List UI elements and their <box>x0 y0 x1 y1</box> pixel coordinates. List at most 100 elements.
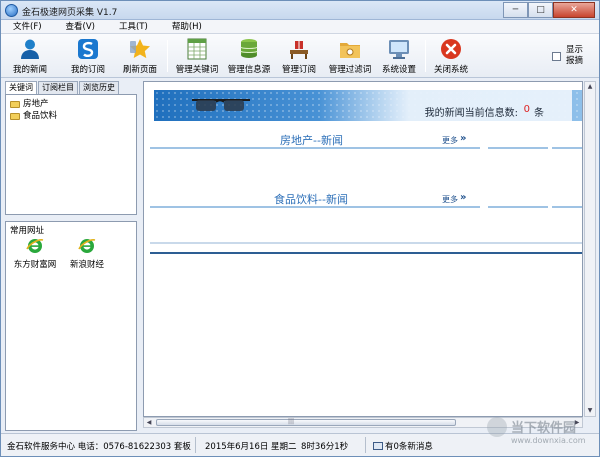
my-news-button[interactable]: 我的新闻 <box>7 36 53 76</box>
app-icon <box>5 4 18 17</box>
news-banner: 我的新闻当前信息数: 0 条 <box>154 90 582 121</box>
content-bottom-rule <box>150 252 582 254</box>
tab-subscription-columns[interactable]: 订阅栏目 <box>38 81 78 94</box>
status-company: 金石软件服务中心 电话：0576-81622303 套板 <box>7 442 191 452</box>
desk-icon <box>290 41 308 59</box>
status-separator <box>195 437 196 453</box>
link-sina-finance[interactable]: 新浪财经 <box>62 235 112 271</box>
more-arrows-icon[interactable]: » <box>460 133 466 144</box>
refresh-page-button[interactable]: 刷新页面 <box>117 36 163 76</box>
toolbar: 我的新闻 我的订阅 刷新页面 管理关键词 管理信息源 管理订阅 管理过滤词 系统… <box>1 34 599 78</box>
window-title: 金石极速网页采集 V1.7 <box>22 8 118 18</box>
monitor-icon <box>389 40 409 59</box>
database-icon <box>240 39 258 58</box>
my-subscriptions-label: 我的订阅 <box>70 65 105 75</box>
menu-file[interactable]: 文件(F) <box>1 20 54 33</box>
link-sina-finance-label: 新浪财经 <box>69 260 104 270</box>
section-rule <box>488 147 548 149</box>
maximize-button[interactable]: □ <box>528 2 553 18</box>
star-refresh-icon <box>130 39 150 59</box>
menu-help[interactable]: 帮助(H) <box>160 20 214 33</box>
folder-icon <box>10 113 20 120</box>
system-settings-label: 系统设置 <box>381 65 416 75</box>
link-eastmoney-label: 东方财富网 <box>13 260 57 270</box>
system-settings-button[interactable]: 系统设置 <box>377 36 421 76</box>
more-link[interactable]: 更多 <box>442 135 458 146</box>
section-food-beverage: 食品饮料--新闻 更多 » <box>150 191 582 208</box>
section-rule <box>552 206 582 208</box>
scroll-left-arrow[interactable]: ◀ <box>144 418 154 427</box>
tab-browse-history[interactable]: 浏览历史 <box>79 81 119 94</box>
ie-icon <box>78 239 96 253</box>
minimize-button[interactable]: ─ <box>503 2 528 18</box>
glasses-icon <box>192 99 250 111</box>
status-separator <box>365 437 366 453</box>
manage-keywords-button[interactable]: 管理关键词 <box>171 36 223 76</box>
my-news-label: 我的新闻 <box>12 65 47 75</box>
app-window: 金石极速网页采集 V1.7 ─ □ ✕ 文件(F) 查看(V) 工具(T) 帮助… <box>0 0 600 457</box>
tree-item-label: 房地产 <box>23 99 49 109</box>
menu-bar: 文件(F) 查看(V) 工具(T) 帮助(H) <box>1 20 599 34</box>
more-link[interactable]: 更多 <box>442 194 458 205</box>
link-eastmoney[interactable]: 东方财富网 <box>10 235 60 271</box>
status-messages[interactable]: 有0条新消息 <box>373 440 433 452</box>
status-messages-label: 有0条新消息 <box>385 442 433 452</box>
keyword-tree: 房地产 食品饮料 <box>5 94 137 215</box>
menu-view[interactable]: 查看(V) <box>54 20 107 33</box>
watermark-logo-icon <box>487 417 507 437</box>
section-title[interactable]: 食品饮料--新闻 <box>274 191 348 207</box>
manage-keywords-label: 管理关键词 <box>175 65 219 75</box>
watermark: 当下软件园 www.downxia.com <box>487 413 597 453</box>
section-real-estate: 房地产--新闻 更多 » <box>150 132 582 149</box>
section-rule <box>150 147 480 149</box>
user-icon <box>21 39 39 59</box>
show-summary-toggle[interactable]: 显示 报摘 <box>549 43 593 71</box>
close-system-button[interactable]: 关闭系统 <box>429 36 473 76</box>
toolbar-separator <box>167 40 168 72</box>
folder-filter-icon <box>340 43 360 58</box>
news-count-label: 我的新闻当前信息数: <box>424 108 518 119</box>
news-count-unit: 条 <box>534 108 544 119</box>
show-summary-checkbox[interactable] <box>552 52 561 61</box>
manage-subscriptions-button[interactable]: 管理订阅 <box>277 36 321 76</box>
tree-item[interactable]: 房地产 <box>10 99 49 110</box>
title-bar[interactable]: 金石极速网页采集 V1.7 ─ □ ✕ <box>1 1 599 20</box>
watermark-en: www.downxia.com <box>511 436 586 445</box>
section-title[interactable]: 房地产--新闻 <box>280 132 343 148</box>
close-system-label: 关闭系统 <box>433 65 468 75</box>
manage-filters-label: 管理过滤词 <box>328 65 372 75</box>
menu-tools[interactable]: 工具(T) <box>107 20 160 33</box>
scroll-up-arrow[interactable]: ▲ <box>585 82 595 92</box>
tree-item-label: 食品饮料 <box>23 111 58 121</box>
manage-sources-label: 管理信息源 <box>227 65 271 75</box>
section-rule <box>552 147 582 149</box>
section-rule <box>488 206 548 208</box>
more-arrows-icon[interactable]: » <box>460 192 466 203</box>
manage-subscriptions-label: 管理订阅 <box>281 65 316 75</box>
ie-icon <box>26 239 44 253</box>
subscribe-icon <box>78 39 98 59</box>
my-subscriptions-button[interactable]: 我的订阅 <box>63 36 113 76</box>
scroll-thumb[interactable] <box>156 419 456 426</box>
left-tabs: 关键词 订阅栏目 浏览历史 <box>5 81 137 95</box>
content-divider <box>150 242 582 244</box>
common-links-panel: 常用网址 东方财富网 新浪财经 <box>5 221 137 431</box>
section-rule <box>150 206 480 208</box>
status-time: 8时36分1秒 <box>301 442 349 452</box>
news-content: 我的新闻当前信息数: 0 条 房地产--新闻 更多 » 食品饮料--新闻 更多 … <box>143 81 583 417</box>
spreadsheet-icon <box>187 38 207 60</box>
tree-item[interactable]: 食品饮料 <box>10 111 57 122</box>
show-summary-label: 显示 报摘 <box>566 45 584 66</box>
mail-icon <box>373 442 383 450</box>
toolbar-separator <box>425 40 426 72</box>
exit-icon <box>441 39 461 59</box>
manage-sources-button[interactable]: 管理信息源 <box>225 36 273 76</box>
refresh-page-label: 刷新页面 <box>122 65 157 75</box>
news-count-value: 0 <box>523 104 530 115</box>
vertical-scrollbar[interactable]: ▲ ▼ <box>584 81 596 417</box>
tab-keywords[interactable]: 关键词 <box>5 81 37 95</box>
manage-filters-button[interactable]: 管理过滤词 <box>325 36 375 76</box>
status-date: 2015年6月16日 星期二 <box>205 442 297 452</box>
folder-icon <box>10 101 20 108</box>
close-button[interactable]: ✕ <box>553 2 595 18</box>
